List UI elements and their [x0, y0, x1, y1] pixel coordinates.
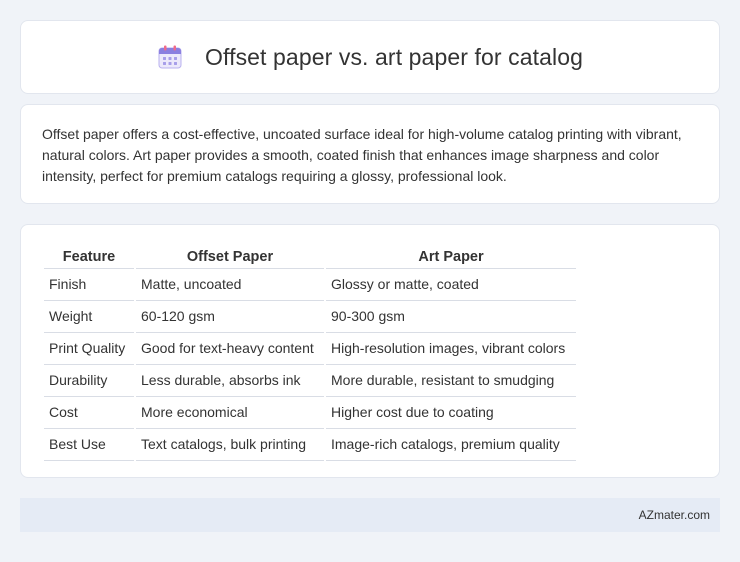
cell-feature: Durability [44, 365, 134, 397]
cell-offset: More economical [136, 397, 324, 429]
cell-offset: Text catalogs, bulk printing [136, 429, 324, 461]
summary-text: Offset paper offers a cost-effective, un… [42, 126, 682, 184]
cell-art: 90-300 gsm [326, 301, 576, 333]
cell-art: Image-rich catalogs, premium quality [326, 429, 576, 461]
cell-feature: Best Use [44, 429, 134, 461]
header-offset-paper: Offset Paper [136, 245, 324, 269]
calendar-icon [157, 44, 183, 70]
table-row: Weight 60-120 gsm 90-300 gsm [44, 301, 576, 333]
cell-art: More durable, resistant to smudging [326, 365, 576, 397]
header-art-paper: Art Paper [326, 245, 576, 269]
table-row: Durability Less durable, absorbs ink Mor… [44, 365, 576, 397]
table-row: Finish Matte, uncoated Glossy or matte, … [44, 269, 576, 301]
cell-art: Glossy or matte, coated [326, 269, 576, 301]
comparison-table: Feature Offset Paper Art Paper Finish Ma… [42, 245, 578, 461]
cell-feature: Finish [44, 269, 134, 301]
cell-feature: Weight [44, 301, 134, 333]
footer-brand: AZmater.com [638, 508, 710, 522]
header-feature: Feature [44, 245, 134, 269]
table-header-row: Feature Offset Paper Art Paper [44, 245, 576, 269]
page-title: Offset paper vs. art paper for catalog [205, 43, 583, 70]
cell-feature: Cost [44, 397, 134, 429]
footer: AZmater.com [20, 498, 720, 532]
cell-art: Higher cost due to coating [326, 397, 576, 429]
cell-feature: Print Quality [44, 333, 134, 365]
comparison-card: Feature Offset Paper Art Paper Finish Ma… [20, 224, 720, 478]
title-card: Offset paper vs. art paper for catalog [20, 20, 720, 94]
table-row: Print Quality Good for text-heavy conten… [44, 333, 576, 365]
cell-art: High-resolution images, vibrant colors [326, 333, 576, 365]
cell-offset: Matte, uncoated [136, 269, 324, 301]
cell-offset: Good for text-heavy content [136, 333, 324, 365]
table-row: Cost More economical Higher cost due to … [44, 397, 576, 429]
cell-offset: Less durable, absorbs ink [136, 365, 324, 397]
cell-offset: 60-120 gsm [136, 301, 324, 333]
table-row: Best Use Text catalogs, bulk printing Im… [44, 429, 576, 461]
summary-card: Offset paper offers a cost-effective, un… [20, 104, 720, 204]
